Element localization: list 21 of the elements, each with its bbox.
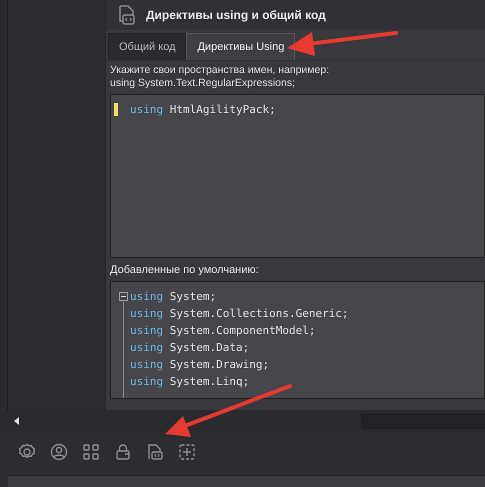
hint-text: Укажите свои пространства имен, например: using System.Text.RegularExpressions; — [110, 64, 330, 90]
plus-icon[interactable] — [178, 443, 196, 461]
dialog-title: Директивы using и общий код — [146, 8, 326, 22]
tab[interactable]: Директивы Using — [186, 33, 296, 60]
lock-icon[interactable] — [114, 443, 132, 461]
scroll-left-icon[interactable] — [14, 417, 19, 425]
code-line: using System.ComponentModel; — [130, 324, 316, 337]
code-line: using System.Data; — [130, 341, 250, 354]
person-icon[interactable] — [50, 443, 68, 461]
gear-icon[interactable] — [18, 443, 36, 461]
grid-icon[interactable] — [82, 443, 100, 461]
code-line: using System.Collections.Generic; — [130, 307, 349, 320]
defaults-label: Добавленные по умолчанию: — [110, 264, 260, 276]
tab[interactable]: Общий код — [108, 33, 186, 60]
code-line: using System.Drawing; — [130, 358, 270, 371]
code-editor[interactable]: using HtmlAgilityPack; — [110, 94, 485, 258]
code-line: using HtmlAgilityPack; — [130, 103, 276, 116]
code-line: using System.Linq; — [130, 375, 250, 388]
file-code-icon[interactable] — [146, 443, 164, 461]
code-line: using System; — [130, 290, 216, 303]
collapse-icon[interactable] — [119, 292, 128, 301]
